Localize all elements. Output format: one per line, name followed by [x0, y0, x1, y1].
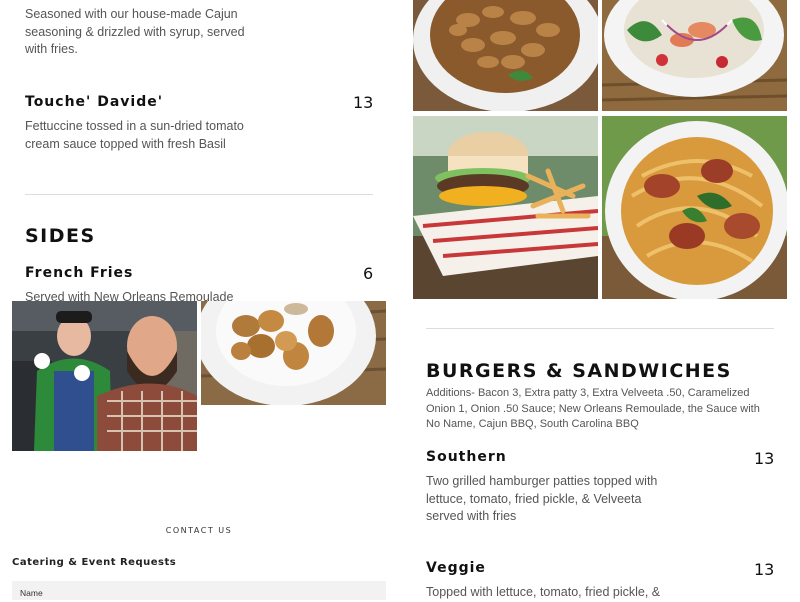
burgers-divider — [426, 328, 774, 329]
contact-heading: CONTACT US — [165, 526, 233, 535]
southern-item-price: 13 — [754, 449, 775, 468]
touche-davide-description: Fettuccine tossed in a sun-dried tomato … — [25, 119, 244, 151]
burger-photo — [413, 116, 598, 299]
touche-davide-name: Touche' Davide' — [25, 94, 163, 110]
name-field[interactable]: Name — [12, 581, 386, 600]
menu-divider — [25, 194, 373, 195]
burgers-additions-text: Additions- Bacon 3, Extra patty 3, Extra… — [426, 387, 760, 430]
staff-photo — [12, 301, 197, 451]
french-fries-name: French Fries — [25, 265, 134, 281]
burgers-section-title: BURGERS & SANDWICHES — [426, 360, 732, 382]
southern-item-name: Southern — [426, 449, 507, 465]
veggie-item-name: Veggie — [426, 560, 486, 576]
french-fries-price: 6 — [363, 264, 374, 283]
pasta-sausage-photo — [602, 116, 787, 299]
name-field-label: Name — [20, 588, 43, 598]
sides-section-title: SIDES — [25, 225, 96, 247]
veggie-item-price: 13 — [754, 560, 775, 579]
southern-item-description: Two grilled hamburger patties topped wit… — [426, 474, 658, 523]
catering-form-title: Catering & Event Requests — [12, 557, 177, 568]
fried-bites-photo — [201, 301, 386, 405]
salad-photo — [602, 0, 787, 111]
veggie-item-description: Topped with lettuce, tomato, fried pickl… — [426, 585, 661, 599]
cajun-item-description: Seasoned with our house-made Cajun seaso… — [25, 7, 245, 56]
touche-davide-price: 13 — [353, 93, 374, 112]
peanuts-photo — [413, 0, 598, 111]
